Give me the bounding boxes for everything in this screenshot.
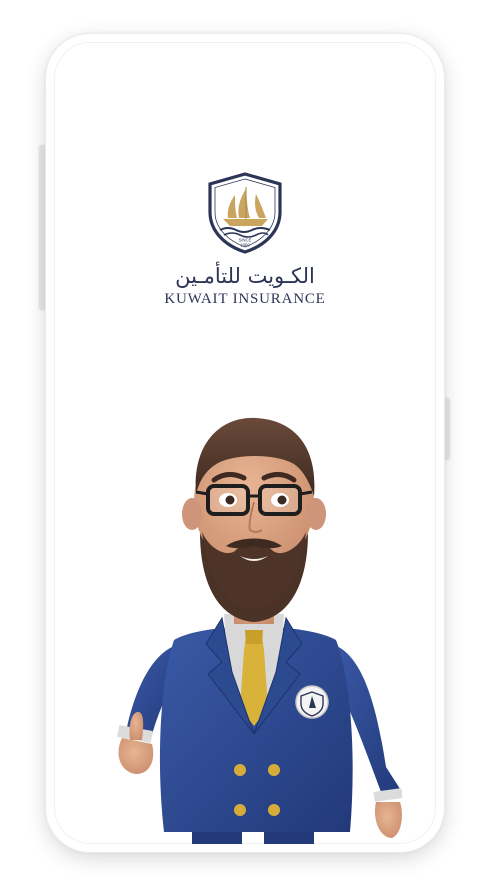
phone-side-button-right bbox=[443, 398, 450, 460]
phone-side-button-left bbox=[39, 145, 46, 310]
business-mascot-illustration bbox=[117, 417, 403, 844]
sailing-ship-shield-icon: SINCE 1960 bbox=[208, 172, 282, 254]
since-year: 1960 bbox=[240, 243, 250, 248]
splash-screen: SINCE 1960 الكـويت للتأمـين KUWAIT INSUR… bbox=[54, 42, 436, 844]
phone-frame: SINCE 1960 الكـويت للتأمـين KUWAIT INSUR… bbox=[46, 34, 444, 852]
brand-name-english: KUWAIT INSURANCE bbox=[164, 291, 326, 307]
brand-name-arabic: الكـويت للتأمـين bbox=[175, 264, 315, 288]
kuwait-insurance-logo: SINCE 1960 الكـويت للتأمـين KUWAIT INSUR… bbox=[125, 172, 365, 308]
